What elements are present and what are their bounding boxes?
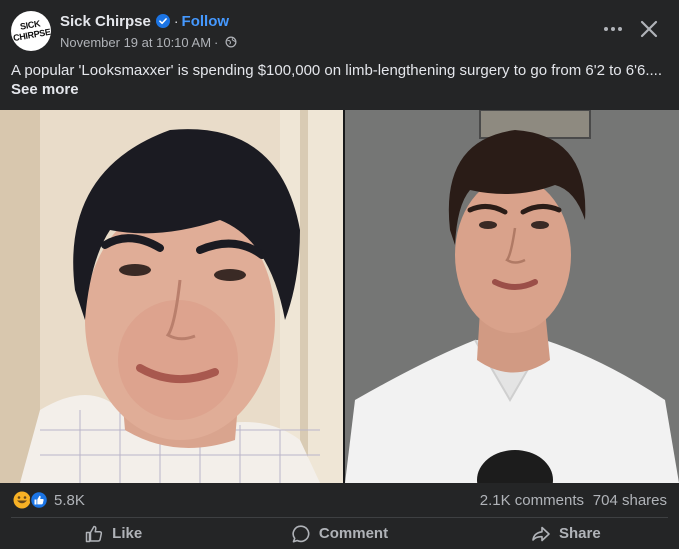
more-options-icon[interactable] — [598, 16, 628, 42]
post-stats: 5.8K 2.1K comments 704 shares — [0, 483, 679, 517]
see-more-link[interactable]: See more — [11, 80, 79, 99]
thumbs-up-icon — [85, 525, 103, 542]
follow-button[interactable]: Follow — [182, 13, 230, 30]
share-label: Share — [558, 525, 601, 542]
avatar-logo-text: SICK CHIRPSE — [12, 18, 51, 44]
post-caption: A popular 'Looksmaxxer' is spending $100… — [11, 62, 663, 79]
globe-icon[interactable] — [225, 36, 237, 48]
photo-left[interactable] — [0, 110, 343, 483]
haha-reaction-icon — [13, 491, 31, 509]
close-icon[interactable] — [636, 16, 662, 42]
portrait-left-image — [0, 110, 343, 483]
like-reaction-icon — [29, 491, 49, 509]
portrait-right-image — [345, 110, 679, 483]
separator-dot: · — [173, 13, 179, 29]
share-count[interactable]: 704 shares — [593, 492, 667, 509]
comment-bubble-icon — [292, 524, 310, 542]
page-avatar[interactable]: SICK CHIRPSE — [11, 11, 51, 51]
share-button[interactable]: Share — [453, 518, 679, 549]
reaction-count[interactable]: 5.8K — [54, 492, 85, 509]
like-button[interactable]: Like — [0, 518, 226, 549]
comment-button[interactable]: Comment — [226, 518, 452, 549]
meta-separator: · — [214, 34, 219, 50]
like-label: Like — [112, 525, 143, 542]
author-row: Sick Chirpse · Follow — [60, 12, 229, 30]
verified-badge-icon — [155, 14, 170, 28]
post-card: SICK CHIRPSE Sick Chirpse · Follow Novemb… — [0, 0, 679, 549]
comment-count[interactable]: 2.1K comments — [480, 492, 584, 509]
post-meta: November 19 at 10:10 AM · — [60, 34, 237, 50]
post-header: SICK CHIRPSE Sick Chirpse · Follow Novemb… — [0, 0, 679, 60]
author-name[interactable]: Sick Chirpse — [60, 13, 151, 30]
post-timestamp[interactable]: November 19 at 10:10 AM — [60, 35, 211, 50]
photo-right[interactable] — [345, 110, 679, 483]
share-arrow-icon — [532, 526, 550, 541]
post-media[interactable] — [0, 110, 679, 483]
comment-label: Comment — [318, 525, 389, 542]
post-actions: Like Comment Share — [0, 518, 679, 549]
reaction-icons[interactable] — [13, 491, 49, 509]
